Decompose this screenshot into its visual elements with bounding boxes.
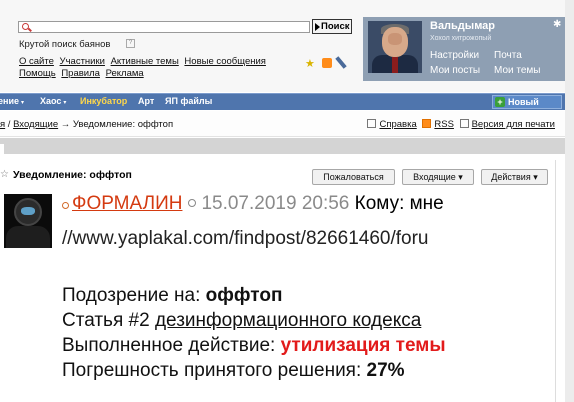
article-line: Статья #2 дезинформационного кодекса: [62, 310, 422, 331]
action-line: Выполненное действие: утилизация темы: [62, 335, 446, 356]
my-posts-link[interactable]: Мои посты: [430, 65, 480, 76]
settings-link[interactable]: Настройки: [430, 50, 479, 61]
nav-item-chaos[interactable]: Хаос ▾: [40, 96, 66, 106]
nav-link-active-topics[interactable]: Активные темы: [111, 56, 179, 67]
complain-button[interactable]: Пожаловаться: [312, 169, 395, 185]
author-link[interactable]: ФОРМАЛИН: [72, 193, 182, 214]
breadcrumb-inbox[interactable]: Входящие: [13, 119, 58, 130]
user-status-icon: ✱: [553, 19, 562, 30]
gender-icon: [62, 202, 69, 209]
star-icon[interactable]: ☆: [0, 169, 9, 180]
nav-link-ads[interactable]: Реклама: [106, 68, 144, 79]
help-link[interactable]: Справка: [379, 119, 416, 130]
favorites-icon[interactable]: ★: [305, 57, 315, 70]
error-line: Погрешность принятого решения: 27%: [62, 360, 405, 381]
print-icon: [459, 119, 469, 128]
avatar[interactable]: [368, 21, 422, 73]
message-meta: ФОРМАЛИН 15.07.2019 20:56 Кому: мне: [62, 193, 444, 215]
breadcrumb-bar: я / Входящие → Уведомление: оффтоп Справ…: [0, 111, 574, 137]
scrollbar[interactable]: [565, 0, 574, 402]
online-status-icon: [188, 199, 197, 207]
help-icon[interactable]: ?: [126, 39, 135, 48]
new-post-button[interactable]: + Новый пост: [492, 95, 562, 119]
nav-item-art[interactable]: Арт: [138, 96, 154, 106]
plus-icon: +: [495, 97, 505, 107]
help-icon: [367, 119, 377, 128]
divider-band: [0, 138, 574, 154]
inbox-dropdown-button[interactable]: Входящие ▾: [402, 169, 474, 185]
my-themes-link[interactable]: Мои темы: [494, 65, 540, 76]
page-tools: Справка RSS Версия для печати: [367, 119, 558, 130]
author-avatar[interactable]: [4, 194, 52, 248]
top-nav-row-2: Помощь Правила Реклама: [19, 68, 147, 79]
username[interactable]: Вальдымар: [430, 20, 495, 32]
suspicion-line: Подозрение на: оффтоп: [62, 285, 283, 306]
nav-item-incubator[interactable]: Инкубатор: [80, 96, 127, 106]
search-input[interactable]: [18, 21, 310, 33]
breadcrumb: я / Входящие → Уведомление: оффтоп: [0, 119, 174, 130]
pen-icon[interactable]: [335, 56, 347, 69]
breadcrumb-current: Уведомление: оффтоп: [72, 119, 174, 130]
nav-item-entertainment[interactable]: ение ▾: [0, 96, 24, 106]
message-title: Уведомление: оффтоп: [13, 169, 132, 181]
top-nav-row-1: О сайте Участники Активные темы Новые со…: [19, 56, 269, 67]
nav-item-files[interactable]: ЯП файлы: [165, 96, 212, 106]
user-subtitle: Хохол хитрожопый: [430, 35, 492, 42]
mail-link[interactable]: Почта: [494, 50, 522, 61]
rss-icon: [422, 119, 432, 128]
baian-search-link[interactable]: Крутой поиск баянов: [19, 39, 110, 50]
search-icon: [22, 23, 29, 30]
nav-link-members[interactable]: Участники: [60, 56, 105, 67]
message-panel: ☆ Уведомление: оффтоп Пожаловаться Входя…: [0, 160, 556, 402]
main-navbar: ение ▾ Хаос ▾ Инкубатор Арт ЯП файлы + Нов…: [0, 93, 574, 119]
nav-link-new-messages[interactable]: Новые сообщения: [184, 56, 266, 67]
nav-link-about[interactable]: О сайте: [19, 56, 54, 67]
header: Поиск Крутой поиск баянов ? О сайте Учас…: [0, 0, 574, 92]
search-button[interactable]: Поиск: [312, 19, 352, 34]
rss-link[interactable]: RSS: [434, 119, 454, 130]
message-header: ☆ Уведомление: оффтоп Пожаловаться Входя…: [0, 160, 556, 188]
nav-link-help[interactable]: Помощь: [19, 68, 56, 79]
nav-link-rules[interactable]: Правила: [61, 68, 100, 79]
article-link[interactable]: дезинформационного кодекса: [155, 310, 421, 331]
actions-dropdown-button[interactable]: Действия ▾: [481, 169, 548, 185]
rss-icon[interactable]: [322, 58, 332, 68]
message-date: 15.07.2019 20:56: [201, 193, 350, 214]
print-version-link[interactable]: Версия для печати: [472, 119, 555, 130]
user-panel: Вальдымар ✱ Хохол хитрожопый Настройки П…: [363, 17, 574, 81]
message-link[interactable]: //www.yaplakal.com/findpost/82661460/for…: [62, 228, 429, 250]
message-recipient: Кому: мне: [354, 193, 444, 214]
